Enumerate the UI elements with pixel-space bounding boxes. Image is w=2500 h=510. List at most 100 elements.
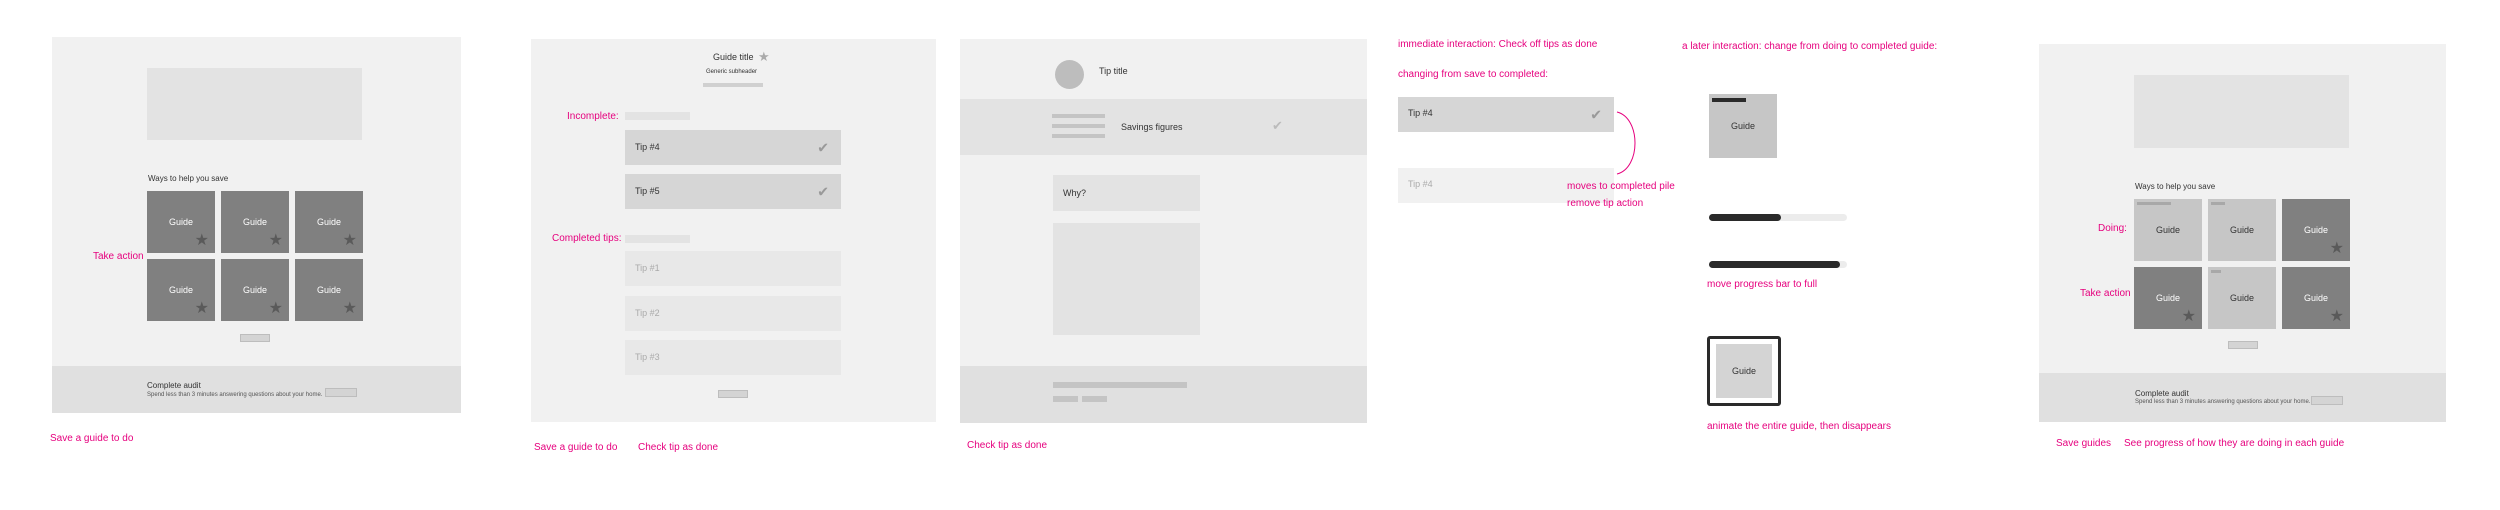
mock4-guide-3[interactable]: Guide ★ xyxy=(2282,199,2350,261)
mock2-incomplete-heading-placeholder xyxy=(625,112,690,120)
mock4-audit-subtitle: Spend less than 3 minutes answering ques… xyxy=(2135,399,2311,405)
mock4-hero-image xyxy=(2134,75,2349,148)
guide-progress xyxy=(2211,270,2221,273)
mock3-tip-title: Tip title xyxy=(1099,66,1128,76)
mock4-take-action-label: Take action xyxy=(2080,288,2131,299)
mock4-section-title: Ways to help you save xyxy=(2135,182,2216,191)
mock4-guide-4[interactable]: Guide ★ xyxy=(2134,267,2202,329)
mock2-completed-heading-placeholder xyxy=(625,235,690,243)
mock1-audit-title: Complete audit xyxy=(147,381,201,390)
flow2-header: a later interaction: change from doing t… xyxy=(1682,41,1938,52)
mock1-guide-3[interactable]: Guide ★ xyxy=(295,191,363,253)
mock2-incomplete-label: Incomplete: xyxy=(567,111,619,122)
guide-label: Guide xyxy=(168,217,194,227)
guide-label: Guide xyxy=(242,217,268,227)
why-label: Why? xyxy=(1063,188,1087,198)
mock2-subheader: Generic subheader xyxy=(706,69,758,75)
mock1-guide-5[interactable]: Guide ★ xyxy=(221,259,289,321)
mock1-guide-2[interactable]: Guide ★ xyxy=(221,191,289,253)
check-icon[interactable]: ✔ xyxy=(817,183,829,200)
tip-label: Tip #3 xyxy=(635,352,660,362)
mock1-guide-4[interactable]: Guide ★ xyxy=(147,259,215,321)
mock4-audit-button[interactable] xyxy=(2311,396,2343,405)
mock2-tip-2[interactable]: Tip #2 xyxy=(625,296,841,331)
flow1-remove-note: remove tip action xyxy=(1567,198,1644,209)
mock2-more-button[interactable] xyxy=(718,390,748,398)
mock1-guide-1[interactable]: Guide ★ xyxy=(147,191,215,253)
star-icon[interactable]: ★ xyxy=(343,233,357,249)
flow2-progress-fill-full xyxy=(1709,261,1841,268)
tip-label: Tip #4 xyxy=(1408,179,1433,189)
guide-label: Guide xyxy=(2229,225,2255,235)
mock3-footer xyxy=(960,366,1367,423)
mock1-take-action-note: Take action xyxy=(93,251,144,262)
mock3-footer-chip-1 xyxy=(1053,396,1078,402)
flow1-arrow xyxy=(1616,111,1636,175)
guide-progress xyxy=(2211,202,2225,205)
mock1-more-button[interactable] xyxy=(240,334,270,342)
mock2-completed-label: Completed tips: xyxy=(552,233,622,244)
mock4-guide-doing-1[interactable]: Guide xyxy=(2134,199,2202,261)
mock1-footer xyxy=(52,366,461,413)
mock3-note: Check tip as done xyxy=(967,440,1048,451)
mock2-note-left: Save a guide to do xyxy=(534,442,618,453)
mock3-figure-line-1 xyxy=(1052,114,1105,118)
flow1-line1: immediate interaction: Check off tips as… xyxy=(1398,39,1598,50)
mock3-why-box[interactable]: Why? xyxy=(1053,175,1200,211)
mock1-audit-button[interactable] xyxy=(325,388,357,397)
flow2-progress-track-1 xyxy=(1709,214,1847,221)
star-icon[interactable]: ★ xyxy=(195,301,209,317)
flow1-tip-active[interactable]: Tip #4 ✔ xyxy=(1398,97,1614,132)
mock3-figure-line-3 xyxy=(1052,134,1105,138)
mock2-guide-title: Guide title xyxy=(713,52,754,62)
mock4-note-right: See progress of how they are doing in ea… xyxy=(2124,438,2345,449)
guide-label: Guide xyxy=(2303,225,2329,235)
guide-label: Guide xyxy=(2229,293,2255,303)
tip-label: Tip #4 xyxy=(1408,108,1433,118)
guide-label: Guide xyxy=(1730,121,1756,131)
guide-label: Guide xyxy=(168,285,194,295)
flow2-animate-note: animate the entire guide, then disappear… xyxy=(1707,421,1892,432)
check-icon[interactable]: ✔ xyxy=(817,139,829,156)
star-icon[interactable]: ★ xyxy=(269,233,283,249)
guide-label: Guide xyxy=(2155,293,2181,303)
tip-label: Tip #2 xyxy=(635,308,660,318)
mock2-tip-1[interactable]: Tip #1 xyxy=(625,251,841,286)
flow2-animated-guide-inner: Guide xyxy=(1716,344,1772,398)
mock4-note-left: Save guides xyxy=(2056,438,2112,449)
check-icon[interactable]: ✔ xyxy=(1590,106,1602,123)
guide-label: Guide xyxy=(2155,225,2181,235)
flow2-progress-fill-partial xyxy=(1709,214,1781,221)
guide-label: Guide xyxy=(316,217,342,227)
star-icon[interactable]: ★ xyxy=(2330,309,2344,325)
mock3-savings-label: Savings figures xyxy=(1121,122,1183,132)
star-icon[interactable]: ★ xyxy=(2330,241,2344,257)
guide-progress xyxy=(2137,202,2171,205)
check-icon[interactable]: ✔ xyxy=(1272,118,1283,134)
flow2-progress-note: move progress bar to full xyxy=(1707,279,1818,290)
flow2-progress-track-2 xyxy=(1709,261,1847,268)
mock4-footer xyxy=(2039,373,2446,422)
mock1-guide-6[interactable]: Guide ★ xyxy=(295,259,363,321)
tip-label: Tip #1 xyxy=(635,263,660,273)
mock2-tip-3[interactable]: Tip #3 xyxy=(625,340,841,375)
star-icon[interactable]: ★ xyxy=(343,301,357,317)
mock3-footer-chip-2 xyxy=(1082,396,1107,402)
mock3-figure-line-2 xyxy=(1052,124,1105,128)
flow1-line2: changing from save to completed: xyxy=(1398,69,1549,80)
mock2-tip-5[interactable]: Tip #5 ✔ xyxy=(625,174,841,209)
mock4-guide-6[interactable]: Guide ★ xyxy=(2282,267,2350,329)
star-icon[interactable]: ★ xyxy=(758,49,770,65)
mock4-doing-label: Doing: xyxy=(2098,223,2127,234)
mock4-guide-doing-3[interactable]: Guide xyxy=(2208,267,2276,329)
star-icon[interactable]: ★ xyxy=(195,233,209,249)
mock1-section-title: Ways to help you save xyxy=(148,174,229,183)
mock4-more-button[interactable] xyxy=(2228,341,2258,349)
mock4-guide-doing-2[interactable]: Guide xyxy=(2208,199,2276,261)
mock2-tip-4[interactable]: Tip #4 ✔ xyxy=(625,130,841,165)
star-icon[interactable]: ★ xyxy=(269,301,283,317)
flow2-guide-tile[interactable]: Guide xyxy=(1709,94,1777,158)
mock1-hero-image xyxy=(147,68,362,140)
mock3-image-placeholder xyxy=(1053,223,1200,335)
star-icon[interactable]: ★ xyxy=(2182,309,2196,325)
